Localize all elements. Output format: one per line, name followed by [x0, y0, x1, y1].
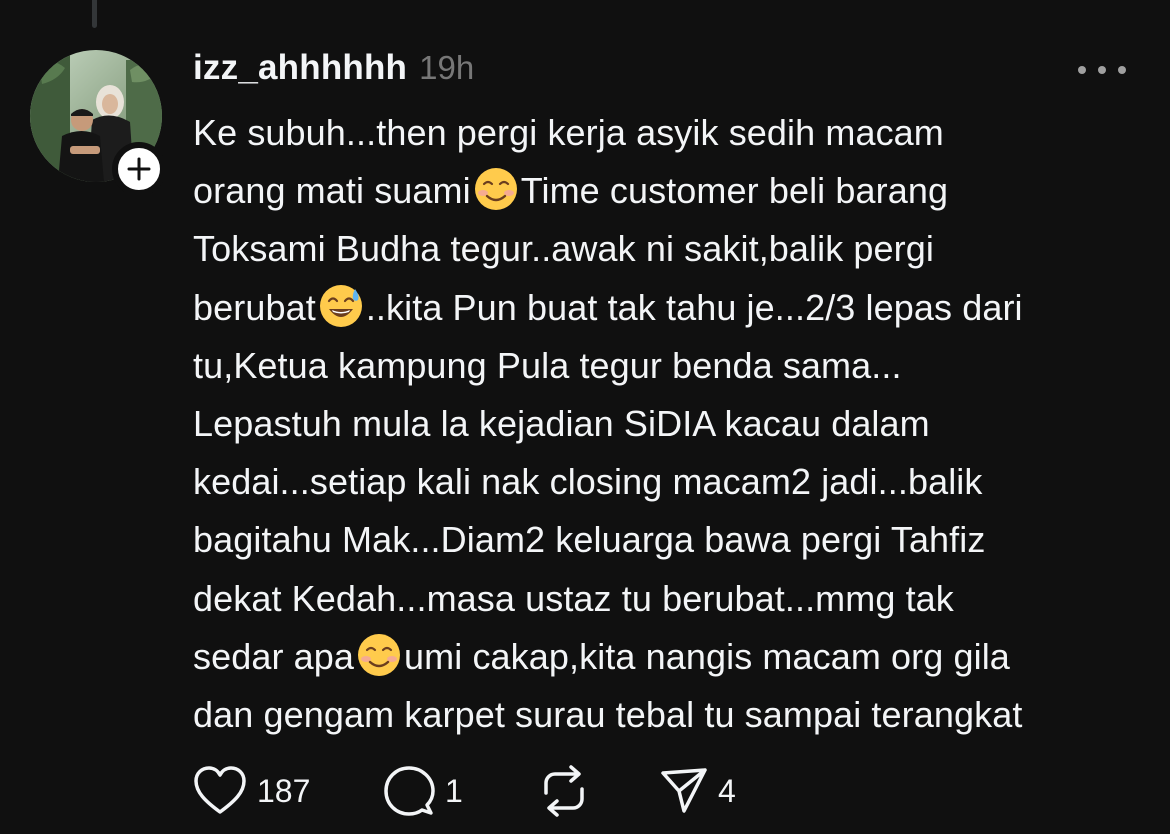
reply-button[interactable]: 1 — [383, 764, 538, 818]
more-icon — [1078, 66, 1126, 74]
repost-icon — [538, 765, 590, 817]
smiling-face-icon — [356, 632, 402, 678]
share-button[interactable]: 4 — [660, 764, 780, 818]
follow-button[interactable] — [112, 142, 166, 196]
post-timestamp: 19h — [419, 49, 475, 86]
post-header: izz_ahhhhhh 19h — [193, 48, 474, 92]
post-text-line: dan gengam karpet surau tebal tu sampai … — [193, 686, 1143, 744]
post-text-segment: Lepastuh mula la kejadian SiDIA kacau da… — [193, 402, 930, 444]
plus-icon — [127, 157, 151, 181]
post-text-segment: bagitahu Mak...Diam2 keluarga bawa pergi… — [193, 519, 986, 561]
post-text-line: orang mati suami Time customer beli baran… — [193, 162, 1143, 220]
post-text-line: Toksami Budha tegur..awak ni sakit,balik… — [193, 220, 1143, 278]
post-text-segment: Time customer beli barang — [520, 170, 949, 212]
post-text-segment: tu,Ketua kampung Pula tegur benda sama..… — [193, 344, 902, 386]
smiling-face-icon — [473, 166, 519, 212]
heart-icon — [193, 766, 247, 816]
post-text-line: tu,Ketua kampung Pula tegur benda sama..… — [193, 337, 1143, 395]
repost-button[interactable] — [538, 764, 660, 818]
reply-count: 1 — [445, 772, 463, 809]
post-text-line: sedar apa umi cakap,kita nangis macam org… — [193, 628, 1143, 686]
username[interactable]: izz_ahhhhhh — [193, 48, 407, 88]
post-text-segment: orang mati suami — [193, 170, 471, 212]
post-text-segment: berubat — [193, 286, 316, 328]
post-text-segment: ..kita Pun buat tak tahu je...2/3 lepas … — [365, 286, 1023, 328]
action-bar: 187 1 4 — [193, 764, 780, 818]
comment-icon — [383, 765, 435, 817]
post-text-segment: sedar apa — [193, 635, 355, 677]
thread-connector-line — [92, 0, 97, 28]
post-text-line: dekat Kedah...masa ustaz tu berubat...mm… — [193, 570, 1143, 628]
post-text-line: Lepastuh mula la kejadian SiDIA kacau da… — [193, 395, 1143, 453]
post-text-segment: kedai...setiap kali nak closing macam2 j… — [193, 461, 983, 503]
like-count: 187 — [257, 772, 311, 809]
post-text-segment: dekat Kedah...masa ustaz tu berubat...mm… — [193, 577, 954, 619]
post-text-segment: Toksami Budha tegur..awak ni sakit,balik… — [193, 228, 934, 270]
post-text-line: berubat ..kita Pun buat tak tahu je...2/3… — [193, 279, 1143, 337]
post-text-segment: dan gengam karpet surau tebal tu sampai … — [193, 693, 1023, 735]
post-text-line: bagitahu Mak...Diam2 keluarga bawa pergi… — [193, 511, 1143, 569]
post-text-line: kedai...setiap kali nak closing macam2 j… — [193, 453, 1143, 511]
post-body: Ke subuh...then pergi kerja asyik sedih … — [193, 104, 1143, 744]
like-button[interactable]: 187 — [193, 764, 383, 818]
post-text-segment: Ke subuh...then pergi kerja asyik sedih … — [193, 112, 944, 153]
more-options-button[interactable] — [1078, 56, 1126, 84]
avatar-container[interactable] — [30, 50, 166, 196]
post-text-line: Ke subuh...then pergi kerja asyik sedih … — [193, 104, 1143, 162]
sweat-smile-icon — [318, 283, 364, 329]
send-icon — [660, 767, 708, 815]
share-count: 4 — [718, 772, 736, 809]
post-text-segment: umi cakap,kita nangis macam org gila — [404, 635, 1010, 677]
